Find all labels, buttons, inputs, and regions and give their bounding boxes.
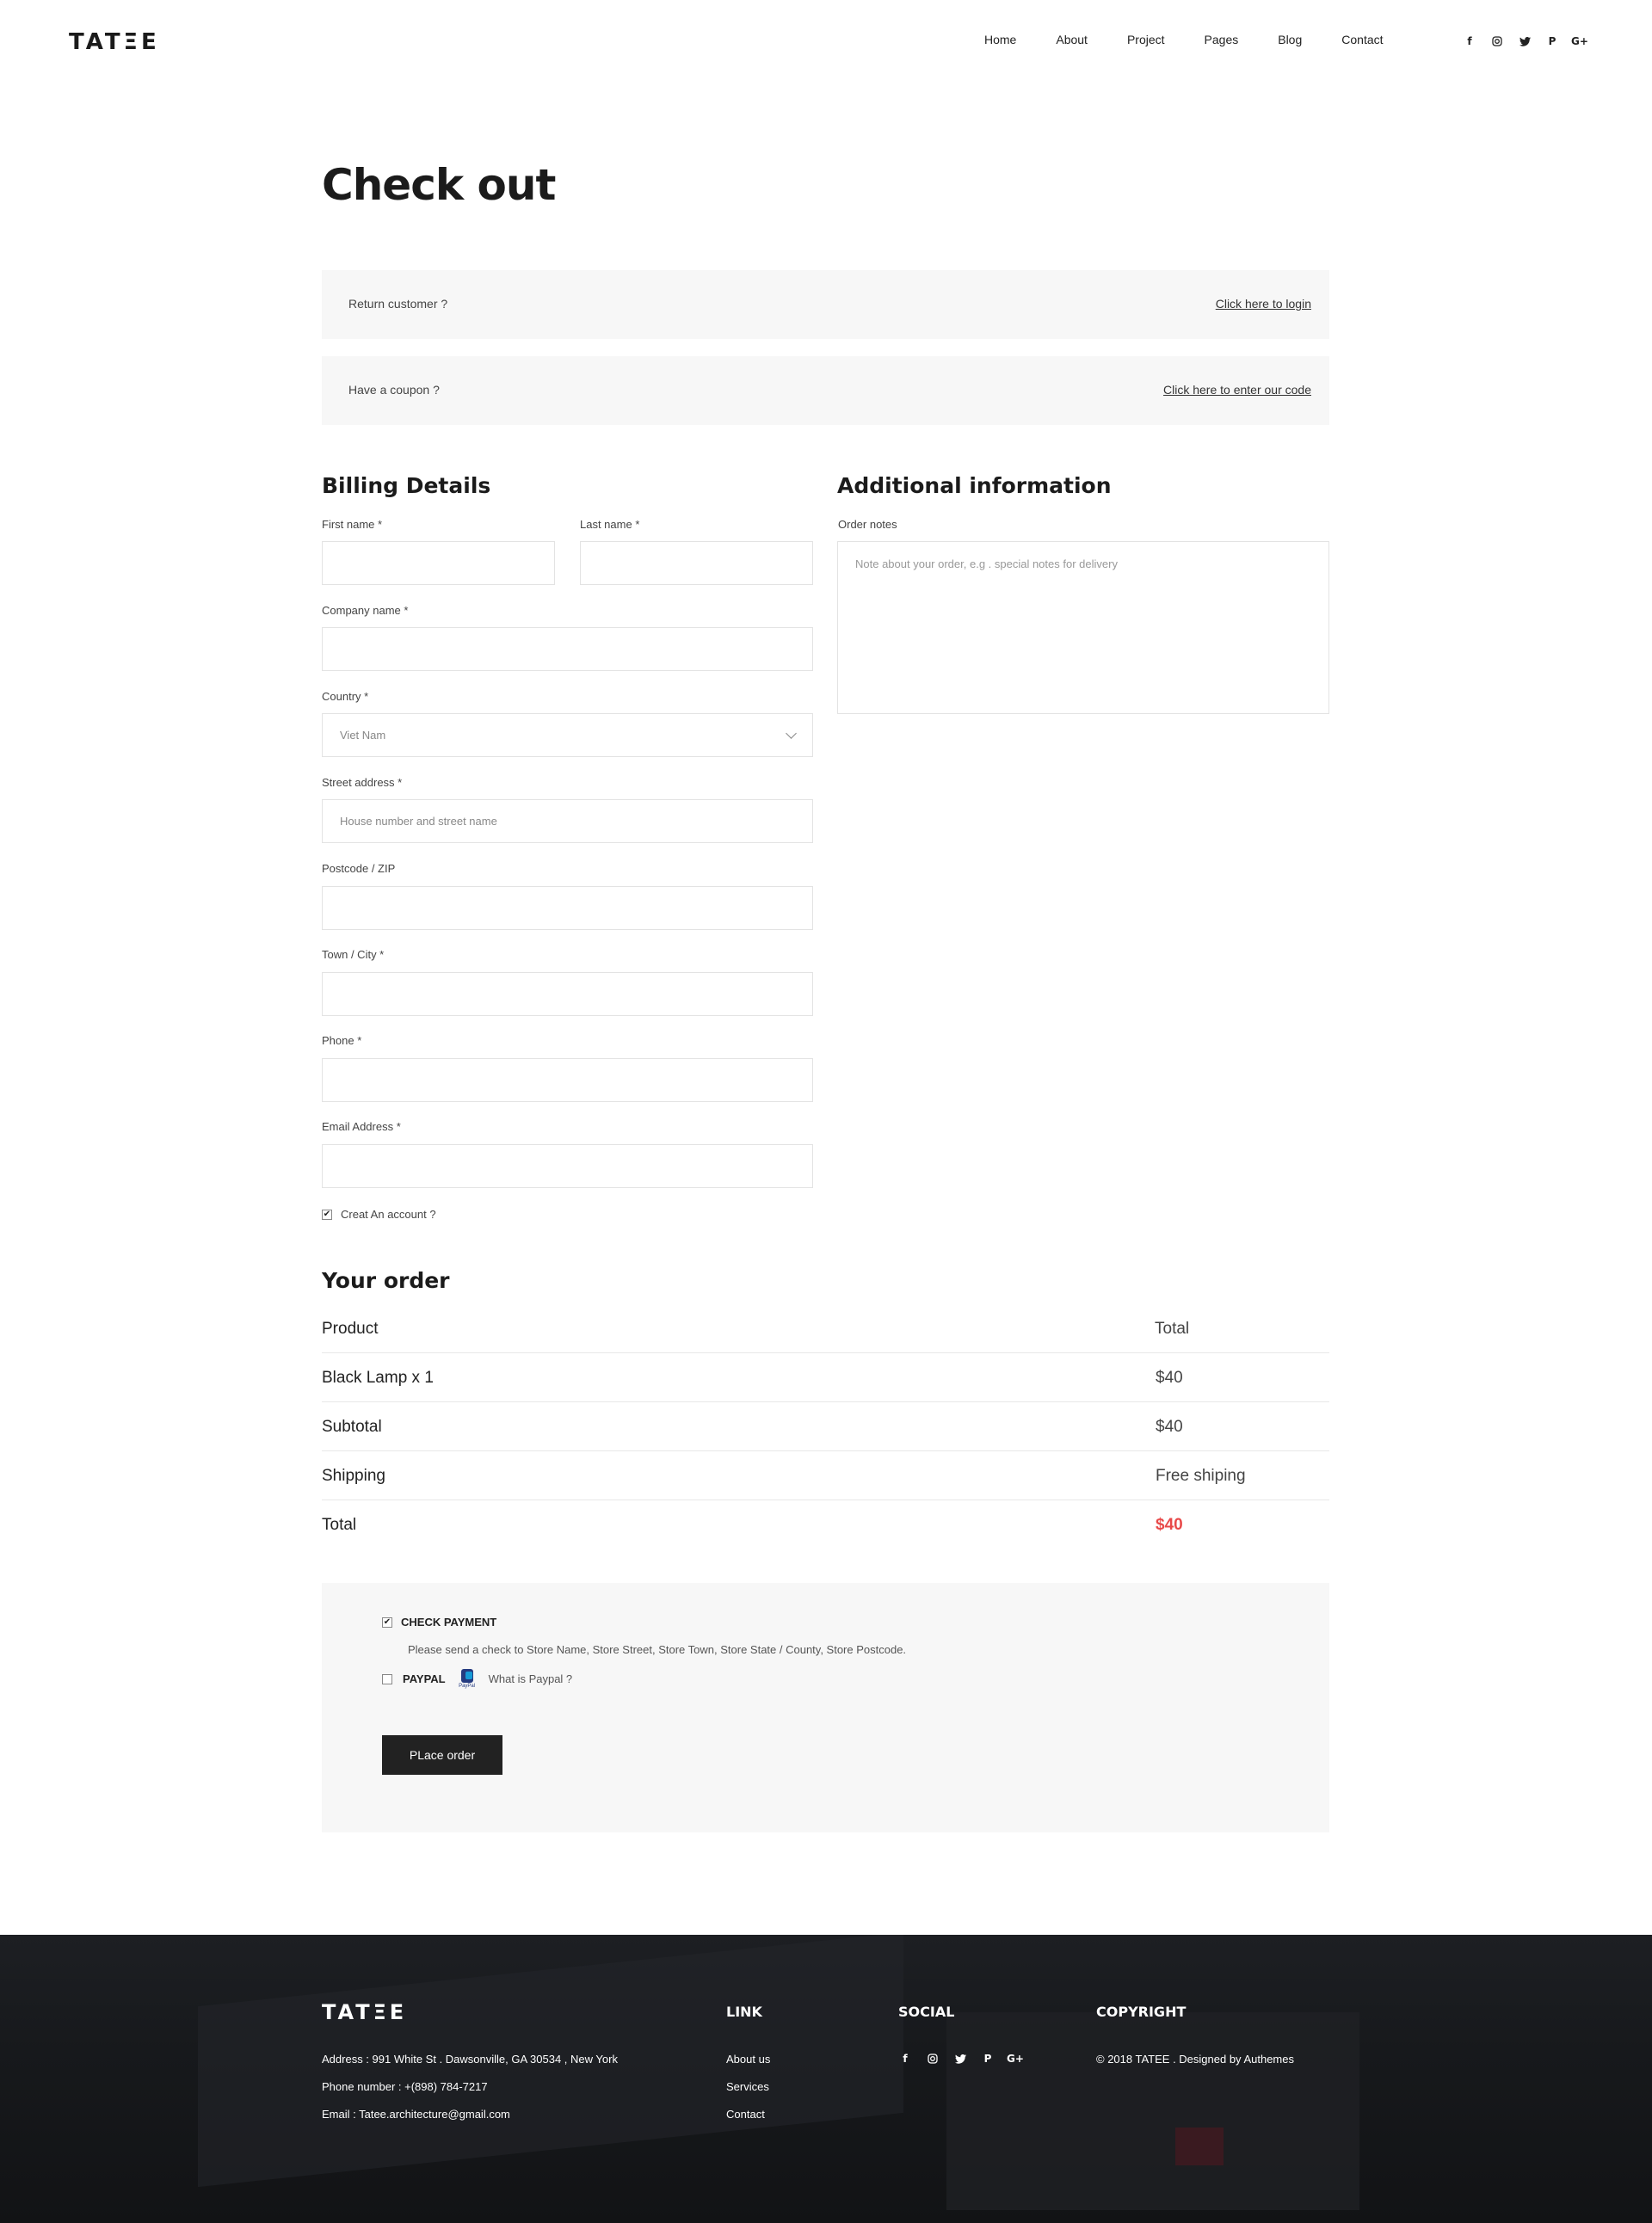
coupon-text: Have a coupon ? <box>348 383 440 397</box>
footer-phone: Phone number : +(898) 784-7217 <box>322 2080 488 2093</box>
create-account-label: Creat An account ? <box>341 1208 436 1221</box>
phone-field[interactable] <box>322 1058 813 1102</box>
login-link[interactable]: Click here to login <box>1216 297 1311 311</box>
subtotal-label: Subtotal <box>322 1418 382 1436</box>
footer-link-about[interactable]: About us <box>726 2053 770 2066</box>
order-item-row: Black Lamp x 1 $40 <box>322 1353 1329 1402</box>
payment-panel: ✔ CHECK PAYMENT Please send a check to S… <box>322 1583 1329 1832</box>
nav-contact[interactable]: Contact <box>1341 33 1383 46</box>
shipping-value: Free shiping <box>1156 1467 1246 1485</box>
chevron-down-icon <box>786 728 797 739</box>
site-logo[interactable]: TATΞE <box>69 29 160 55</box>
pinterest-icon[interactable]: P <box>1545 34 1559 48</box>
first-name-field[interactable] <box>322 541 555 585</box>
footer-link-services[interactable]: Services <box>726 2080 769 2093</box>
order-notes-placeholder: Note about your order, e.g . special not… <box>855 557 1118 570</box>
company-field[interactable] <box>322 627 813 671</box>
nav-blog[interactable]: Blog <box>1278 33 1302 46</box>
company-label: Company name * <box>322 604 409 617</box>
order-subtotal-row: Subtotal $40 <box>322 1402 1329 1451</box>
footer-email: Email : Tatee.architecture@gmail.com <box>322 2108 510 2121</box>
paypal-radio[interactable] <box>382 1673 392 1684</box>
town-field[interactable] <box>322 972 813 1016</box>
country-select[interactable]: Viet Nam <box>322 713 813 757</box>
nav-pages[interactable]: Pages <box>1205 33 1239 46</box>
header-social: f P G+ <box>1463 34 1588 48</box>
google-plus-icon[interactable]: G+ <box>1007 2052 1024 2066</box>
pinterest-icon[interactable]: P <box>981 2052 995 2066</box>
country-label: Country * <box>322 690 369 703</box>
check-payment-label: CHECK PAYMENT <box>401 1616 497 1629</box>
page-title: Check out <box>322 160 556 210</box>
instagram-icon[interactable] <box>926 2052 940 2066</box>
order-title: Your order <box>322 1268 450 1293</box>
footer-link-title: LINK <box>726 2004 762 2020</box>
footer-copyright: © 2018 TATEE . Designed by Authemes <box>1096 2053 1294 2066</box>
order-total-row: Total $40 <box>322 1500 1329 1549</box>
total-value: $40 <box>1156 1516 1183 1534</box>
order-shipping-row: Shipping Free shiping <box>322 1451 1329 1500</box>
order-header-row: Product Total <box>322 1304 1329 1353</box>
create-account-row: ✔ Creat An account ? <box>322 1208 436 1221</box>
nav-about[interactable]: About <box>1056 33 1088 46</box>
site-header: TATΞE Home About Project Pages Blog Cont… <box>0 0 1652 86</box>
street-field[interactable]: House number and street name <box>322 799 813 843</box>
shipping-label: Shipping <box>322 1467 385 1485</box>
first-name-label: First name * <box>322 518 383 531</box>
order-item-name: Black Lamp x 1 <box>322 1369 434 1387</box>
postcode-field[interactable] <box>322 886 813 930</box>
paypal-option: PAYPAL PayPal What is Paypal ? <box>382 1669 572 1689</box>
email-label: Email Address * <box>322 1120 401 1133</box>
return-customer-text: Return customer ? <box>348 297 448 311</box>
google-plus-icon[interactable]: G+ <box>1571 34 1588 48</box>
additional-title: Additional information <box>837 473 1112 498</box>
instagram-icon[interactable] <box>1490 34 1504 48</box>
order-col-product: Product <box>322 1320 379 1338</box>
footer-address: Address : 991 White St . Dawsonville, GA… <box>322 2053 618 2066</box>
place-order-button[interactable]: PLace order <box>382 1735 502 1775</box>
street-placeholder: House number and street name <box>340 815 497 828</box>
email-field[interactable] <box>322 1144 813 1188</box>
total-label: Total <box>322 1516 357 1534</box>
subtotal-value: $40 <box>1156 1418 1183 1436</box>
what-is-paypal-link[interactable]: What is Paypal ? <box>489 1672 573 1685</box>
facebook-icon[interactable]: f <box>898 2052 912 2066</box>
footer-copyright-title: COPYRIGHT <box>1096 2004 1187 2020</box>
paypal-logo-icon: PayPal <box>456 1669 478 1689</box>
twitter-icon[interactable] <box>1518 34 1532 48</box>
facebook-icon[interactable]: f <box>1463 34 1476 48</box>
twitter-icon[interactable] <box>953 2052 967 2066</box>
footer-link-contact[interactable]: Contact <box>726 2108 765 2121</box>
postcode-label: Postcode / ZIP <box>322 862 396 875</box>
town-label: Town / City * <box>322 948 385 961</box>
footer-social-title: SOCIAL <box>898 2004 955 2020</box>
create-account-checkbox[interactable]: ✔ <box>322 1209 332 1220</box>
country-value: Viet Nam <box>340 729 386 742</box>
paypal-label: PAYPAL <box>403 1672 446 1685</box>
order-notes-label: Order notes <box>838 518 897 531</box>
last-name-label: Last name * <box>580 518 640 531</box>
site-footer: TATΞE Address : 991 White St . Dawsonvil… <box>0 1935 1652 2223</box>
check-payment-option: ✔ CHECK PAYMENT <box>382 1616 496 1629</box>
billing-title: Billing Details <box>322 473 491 498</box>
last-name-field[interactable] <box>580 541 813 585</box>
order-notes-textarea[interactable]: Note about your order, e.g . special not… <box>837 541 1329 714</box>
return-customer-notice: Return customer ? Click here to login <box>322 270 1329 339</box>
coupon-notice: Have a coupon ? Click here to enter our … <box>322 356 1329 425</box>
nav-project[interactable]: Project <box>1127 33 1165 46</box>
footer-social: f P G+ <box>898 2052 1024 2066</box>
nav-home[interactable]: Home <box>984 33 1016 46</box>
street-label: Street address * <box>322 776 403 789</box>
footer-logo[interactable]: TATΞE <box>322 2000 407 2024</box>
order-item-price: $40 <box>1156 1369 1183 1387</box>
order-col-total: Total <box>1155 1320 1190 1338</box>
check-payment-description: Please send a check to Store Name, Store… <box>408 1643 907 1656</box>
check-payment-radio[interactable]: ✔ <box>382 1616 392 1628</box>
phone-label: Phone * <box>322 1034 362 1047</box>
coupon-link[interactable]: Click here to enter our code <box>1163 383 1311 397</box>
main-nav: Home About Project Pages Blog Contact <box>984 33 1423 46</box>
